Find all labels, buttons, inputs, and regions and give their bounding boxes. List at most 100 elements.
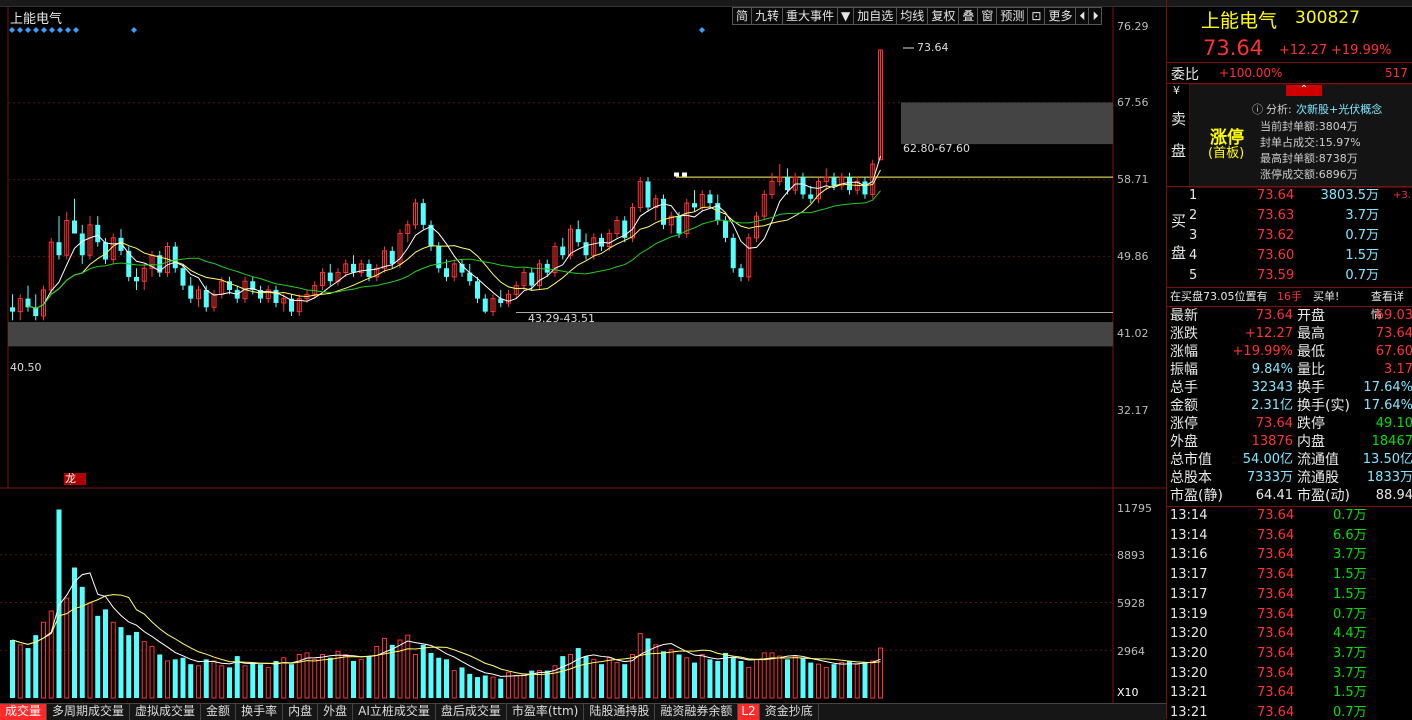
stat-label: 换手(实) <box>1297 398 1350 414</box>
toolbar-button[interactable]: 加自选 <box>853 7 898 25</box>
candle-body <box>676 216 682 234</box>
stat-value: 3.17 <box>1384 362 1412 377</box>
volume-bar <box>17 644 23 699</box>
volume-bar <box>637 633 643 699</box>
indicator-tab[interactable]: 融资融券余额 <box>655 704 739 720</box>
detail-key: 涨停成交额: <box>1260 168 1319 181</box>
volume-bar <box>490 676 496 699</box>
quote-stock-name: 上能电气 <box>1201 10 1278 32</box>
buy-level-row[interactable]: 1 73.64 3803.5万 +3. <box>1167 187 1412 205</box>
toolbar-button[interactable]: 均线 <box>896 7 929 25</box>
tick-row: 13:16 73.64 3.7万 <box>1167 546 1412 564</box>
tick-row: 13:20 73.64 3.7万 <box>1167 665 1412 683</box>
candle-body <box>436 246 442 269</box>
toolbar-button[interactable]: 简 <box>732 7 753 25</box>
volume-bar <box>281 657 287 699</box>
level-price: 73.64 <box>1257 188 1295 203</box>
level-number: 5 <box>1189 268 1198 283</box>
stat-label: 涨跌 <box>1170 326 1198 342</box>
volume-bar <box>599 664 604 698</box>
volume-bar <box>684 657 690 699</box>
candle-body <box>544 263 550 273</box>
volume-bar <box>436 657 442 698</box>
tick-price: 73.64 <box>1257 626 1295 642</box>
volume-bar <box>126 635 132 698</box>
volume-axis-label: 11795 <box>1117 502 1152 515</box>
indicator-tab[interactable]: 陆股通持股 <box>584 704 656 720</box>
indicator-tab[interactable]: 外盘 <box>318 704 354 720</box>
indicator-tab[interactable]: 虚拟成交量 <box>130 704 202 720</box>
toolbar-button[interactable]: 更多 <box>1044 7 1077 25</box>
collapse-chevron-icon[interactable]: ⌃ <box>1286 85 1322 96</box>
toolbar-button[interactable]: ⏵ <box>1088 7 1103 25</box>
tick-row: 13:19 73.64 0.7万 <box>1167 606 1412 624</box>
lower-gap-band <box>8 322 1113 347</box>
level-number: 4 <box>1189 248 1198 263</box>
stat-label: 市盈(静) <box>1170 488 1223 504</box>
price-axis-label: 58.71 <box>1117 173 1149 186</box>
toolbar-button[interactable]: 预测 <box>996 7 1029 25</box>
volume-bar <box>498 678 504 698</box>
indicator-tab[interactable]: 资金抄底 <box>760 704 819 720</box>
stat-row: 涨停 73.64 跌停 49.10 <box>1167 415 1412 433</box>
stat-label: 最高 <box>1297 326 1325 342</box>
toolbar-button[interactable]: 九转 <box>751 7 784 25</box>
tick-price: 73.64 <box>1257 527 1295 543</box>
buy-level-row[interactable]: 5 73.59 0.7万 <box>1167 267 1412 285</box>
volume-bar <box>95 615 101 698</box>
price-axis-label: 67.56 <box>1117 96 1149 109</box>
event-diamond-icon <box>131 27 137 33</box>
indicator-tab[interactable]: 盘后成交量 <box>436 704 507 720</box>
tick-volume: 0.7万 <box>1333 705 1367 719</box>
volume-bar <box>48 610 54 699</box>
level-number: 3 <box>1189 228 1198 243</box>
buy-level-row[interactable]: 2 73.63 3.7万 <box>1167 207 1412 225</box>
toolbar-button[interactable]: ⏴ <box>1075 7 1090 25</box>
volume-bar <box>661 651 666 698</box>
limit-up-box: ⌃ ⓘ 分析: 次新股+光伏概念 涨停 (首板) 当前封单额:3804万 封单占成… <box>1189 84 1412 188</box>
candle-body <box>645 181 651 208</box>
level-volume: 3.7万 <box>1345 208 1379 223</box>
indicator-tab[interactable]: 内盘 <box>283 704 319 720</box>
candle-body <box>203 289 209 308</box>
marker-square <box>682 172 687 177</box>
stat-row: 总股本 7333万 流通股 1833万 <box>1167 469 1412 487</box>
tick-price: 73.64 <box>1257 567 1295 583</box>
volume-bar <box>374 645 380 699</box>
stat-value: 32343 <box>1251 380 1293 395</box>
analysis-value[interactable]: 次新股+光伏概念 <box>1296 101 1382 117</box>
indicator-tab[interactable]: 市盈率(ttm) <box>507 704 585 720</box>
toolbar-button[interactable]: ⊡ <box>1027 7 1046 25</box>
level-volume: 3803.5万 <box>1320 188 1380 203</box>
volume-bar <box>196 665 201 699</box>
kline-chart-area[interactable] <box>0 6 1166 703</box>
indicator-tab[interactable]: L2 <box>738 704 760 720</box>
toolbar-button[interactable]: 叠 <box>958 7 979 25</box>
tick-time: 13:17 <box>1170 567 1208 583</box>
candle-body <box>808 194 814 199</box>
event-diamond-icon <box>33 27 39 33</box>
toolbar-button[interactable]: ▼ <box>837 7 855 25</box>
volume-bar <box>513 674 519 699</box>
toolbar-button[interactable]: 复权 <box>927 7 960 25</box>
indicator-tab[interactable]: 金额 <box>201 704 237 720</box>
volume-bar <box>785 659 790 698</box>
toolbar-button[interactable]: 窗 <box>977 7 998 25</box>
indicator-tab[interactable]: AI立桩成交量 <box>353 704 436 720</box>
detail-value: 15.97% <box>1318 136 1361 149</box>
buy-level-row[interactable]: 3 73.62 0.7万 <box>1167 227 1412 245</box>
volume-bar <box>41 621 46 699</box>
toolbar-button[interactable]: 重大事件 <box>782 7 839 25</box>
indicator-tab[interactable]: 成交量 <box>0 704 48 720</box>
indicator-tab[interactable]: 换手率 <box>236 704 284 720</box>
stat-label: 内盘 <box>1297 434 1325 450</box>
dragon-tiger-tag[interactable]: 龙虎榜 <box>64 473 86 485</box>
volume-bar <box>653 644 659 699</box>
event-diamond-icon <box>73 27 79 33</box>
buy-level-row[interactable]: 4 73.60 1.5万 <box>1167 247 1412 265</box>
order-alert-row[interactable]: 在买盘73.05位置有 16手 买单! 查看详情 <box>1167 288 1412 321</box>
level-volume: 0.7万 <box>1345 268 1379 283</box>
kline-chart-svg[interactable] <box>0 6 1166 703</box>
event-diamond-icon <box>9 27 15 33</box>
indicator-tab[interactable]: 多周期成交量 <box>47 704 131 720</box>
